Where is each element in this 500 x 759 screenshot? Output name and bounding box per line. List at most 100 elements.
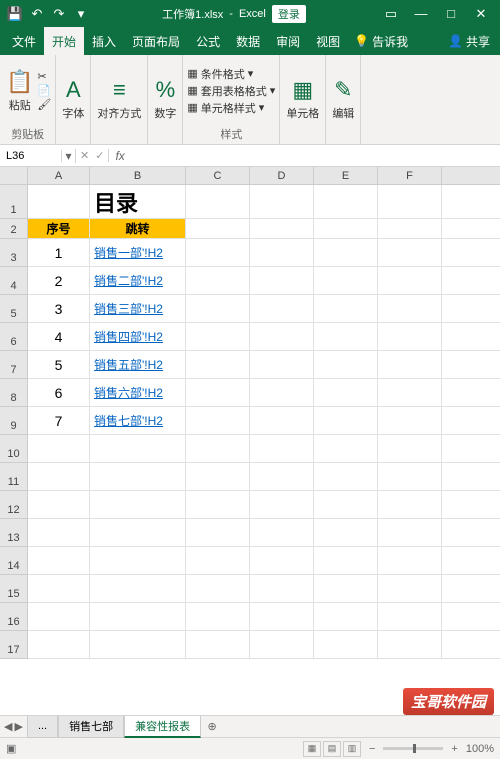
fx-confirm-icon[interactable]: ✓ — [95, 149, 104, 162]
row-header[interactable]: 16 — [0, 603, 27, 631]
cells-button[interactable]: ▦单元格 — [284, 75, 321, 123]
col-header[interactable]: A — [28, 167, 90, 184]
seq-cell[interactable]: 2 — [28, 267, 90, 294]
tab-review[interactable]: 审阅 — [268, 27, 308, 55]
seq-cell[interactable]: 3 — [28, 295, 90, 322]
seq-cell[interactable]: 7 — [28, 407, 90, 434]
tab-home[interactable]: 开始 — [44, 27, 84, 55]
name-box-dropdown-icon[interactable]: ▾ — [62, 149, 76, 163]
fx-label[interactable]: fx — [109, 149, 130, 163]
format-painter-icon[interactable]: 🖌 — [37, 98, 51, 111]
sheet-tab-ellipsis[interactable]: ... — [27, 716, 58, 738]
cells-area[interactable]: 目录 序号 跳转 1销售一部'!H2 2销售二部'!H2 3销售三部'!H2 4… — [28, 185, 500, 715]
row-header[interactable]: 11 — [0, 463, 27, 491]
row-header[interactable]: 2 — [0, 219, 27, 239]
select-all-corner[interactable] — [0, 167, 28, 185]
link-cell[interactable]: 销售一部'!H2 — [90, 239, 186, 266]
hyperlink[interactable]: 销售五部'!H2 — [94, 356, 163, 373]
col-header[interactable]: D — [250, 167, 314, 184]
tab-file[interactable]: 文件 — [4, 27, 44, 55]
sheet-tab-active[interactable]: 兼容性报表 — [124, 716, 201, 738]
table-format-button[interactable]: ▦套用表格格式▾ — [187, 83, 275, 99]
paste-button[interactable]: 📋 粘贴 — [4, 67, 35, 115]
seq-cell[interactable]: 1 — [28, 239, 90, 266]
header-jump[interactable]: 跳转 — [90, 219, 186, 238]
row-header[interactable]: 8 — [0, 379, 27, 407]
maximize-icon[interactable]: □ — [436, 0, 466, 27]
normal-view-icon[interactable]: ▦ — [303, 741, 321, 757]
page-break-view-icon[interactable]: ▥ — [343, 741, 361, 757]
fx-cancel-icon[interactable]: ✕ — [80, 149, 89, 162]
zoom-in-icon[interactable]: + — [451, 743, 457, 755]
alignment-button[interactable]: ≡对齐方式 — [95, 75, 143, 123]
sheet-next-icon[interactable]: ▶ — [14, 720, 22, 733]
zoom-level[interactable]: 100% — [466, 743, 494, 755]
link-cell[interactable]: 销售五部'!H2 — [90, 351, 186, 378]
add-sheet-icon[interactable]: ⊕ — [201, 720, 223, 733]
link-cell[interactable]: 销售三部'!H2 — [90, 295, 186, 322]
tab-formulas[interactable]: 公式 — [188, 27, 228, 55]
row-header[interactable]: 12 — [0, 491, 27, 519]
conditional-format-button[interactable]: ▦条件格式▾ — [187, 66, 275, 82]
tellme[interactable]: 💡告诉我 — [348, 33, 414, 50]
hyperlink[interactable]: 销售七部'!H2 — [94, 412, 163, 429]
link-cell[interactable]: 销售七部'!H2 — [90, 407, 186, 434]
col-header[interactable]: E — [314, 167, 378, 184]
row-header[interactable]: 4 — [0, 267, 27, 295]
hyperlink[interactable]: 销售一部'!H2 — [94, 244, 163, 261]
row-header[interactable]: 6 — [0, 323, 27, 351]
link-cell[interactable]: 销售六部'!H2 — [90, 379, 186, 406]
copy-icon[interactable]: 📄 — [37, 84, 51, 97]
link-cell[interactable]: 销售四部'!H2 — [90, 323, 186, 350]
tab-data[interactable]: 数据 — [228, 27, 268, 55]
hyperlink[interactable]: 销售二部'!H2 — [94, 272, 163, 289]
ribbon-options-icon[interactable]: ▭ — [376, 0, 406, 27]
save-icon[interactable]: 💾 — [4, 3, 26, 25]
sheet-prev-icon[interactable]: ◀ — [4, 720, 12, 733]
sheet-tab[interactable]: 销售七部 — [58, 716, 124, 738]
close-icon[interactable]: ✕ — [466, 0, 496, 27]
qat-customize-icon[interactable]: ▾ — [70, 3, 92, 25]
font-button[interactable]: A字体 — [60, 75, 86, 123]
tab-insert[interactable]: 插入 — [84, 27, 124, 55]
tab-view[interactable]: 视图 — [308, 27, 348, 55]
cell-style-button[interactable]: ▦单元格样式▾ — [187, 100, 275, 116]
seq-cell[interactable]: 4 — [28, 323, 90, 350]
col-header[interactable]: C — [186, 167, 250, 184]
record-macro-icon[interactable]: ▣ — [6, 742, 16, 755]
row-header[interactable]: 5 — [0, 295, 27, 323]
page-layout-view-icon[interactable]: ▤ — [323, 741, 341, 757]
seq-cell[interactable]: 6 — [28, 379, 90, 406]
link-cell[interactable]: 销售二部'!H2 — [90, 267, 186, 294]
row-header[interactable]: 3 — [0, 239, 27, 267]
number-button[interactable]: %数字 — [152, 75, 178, 123]
login-button[interactable]: 登录 — [272, 5, 306, 23]
cell[interactable] — [28, 185, 90, 218]
col-header[interactable]: B — [90, 167, 186, 184]
zoom-out-icon[interactable]: − — [369, 743, 375, 755]
row-header[interactable]: 7 — [0, 351, 27, 379]
hyperlink[interactable]: 销售六部'!H2 — [94, 384, 163, 401]
row-header[interactable]: 14 — [0, 547, 27, 575]
tab-layout[interactable]: 页面布局 — [124, 27, 188, 55]
row-header[interactable]: 9 — [0, 407, 27, 435]
name-box[interactable]: L36 — [0, 150, 62, 162]
minimize-icon[interactable]: — — [406, 0, 436, 27]
zoom-slider[interactable] — [383, 747, 443, 750]
hyperlink[interactable]: 销售三部'!H2 — [94, 300, 163, 317]
seq-cell[interactable]: 5 — [28, 351, 90, 378]
redo-icon[interactable]: ↷ — [48, 3, 70, 25]
share-button[interactable]: 👤共享 — [442, 33, 496, 50]
row-header[interactable]: 1 — [0, 185, 27, 219]
undo-icon[interactable]: ↶ — [26, 3, 48, 25]
title-cell[interactable]: 目录 — [90, 185, 186, 218]
row-header[interactable]: 10 — [0, 435, 27, 463]
editing-button[interactable]: ✎编辑 — [330, 75, 356, 123]
cut-icon[interactable]: ✂ — [37, 70, 51, 83]
hyperlink[interactable]: 销售四部'!H2 — [94, 328, 163, 345]
col-header[interactable]: F — [378, 167, 442, 184]
row-header[interactable]: 13 — [0, 519, 27, 547]
row-header[interactable]: 15 — [0, 575, 27, 603]
row-header[interactable]: 17 — [0, 631, 27, 659]
header-seq[interactable]: 序号 — [28, 219, 90, 238]
